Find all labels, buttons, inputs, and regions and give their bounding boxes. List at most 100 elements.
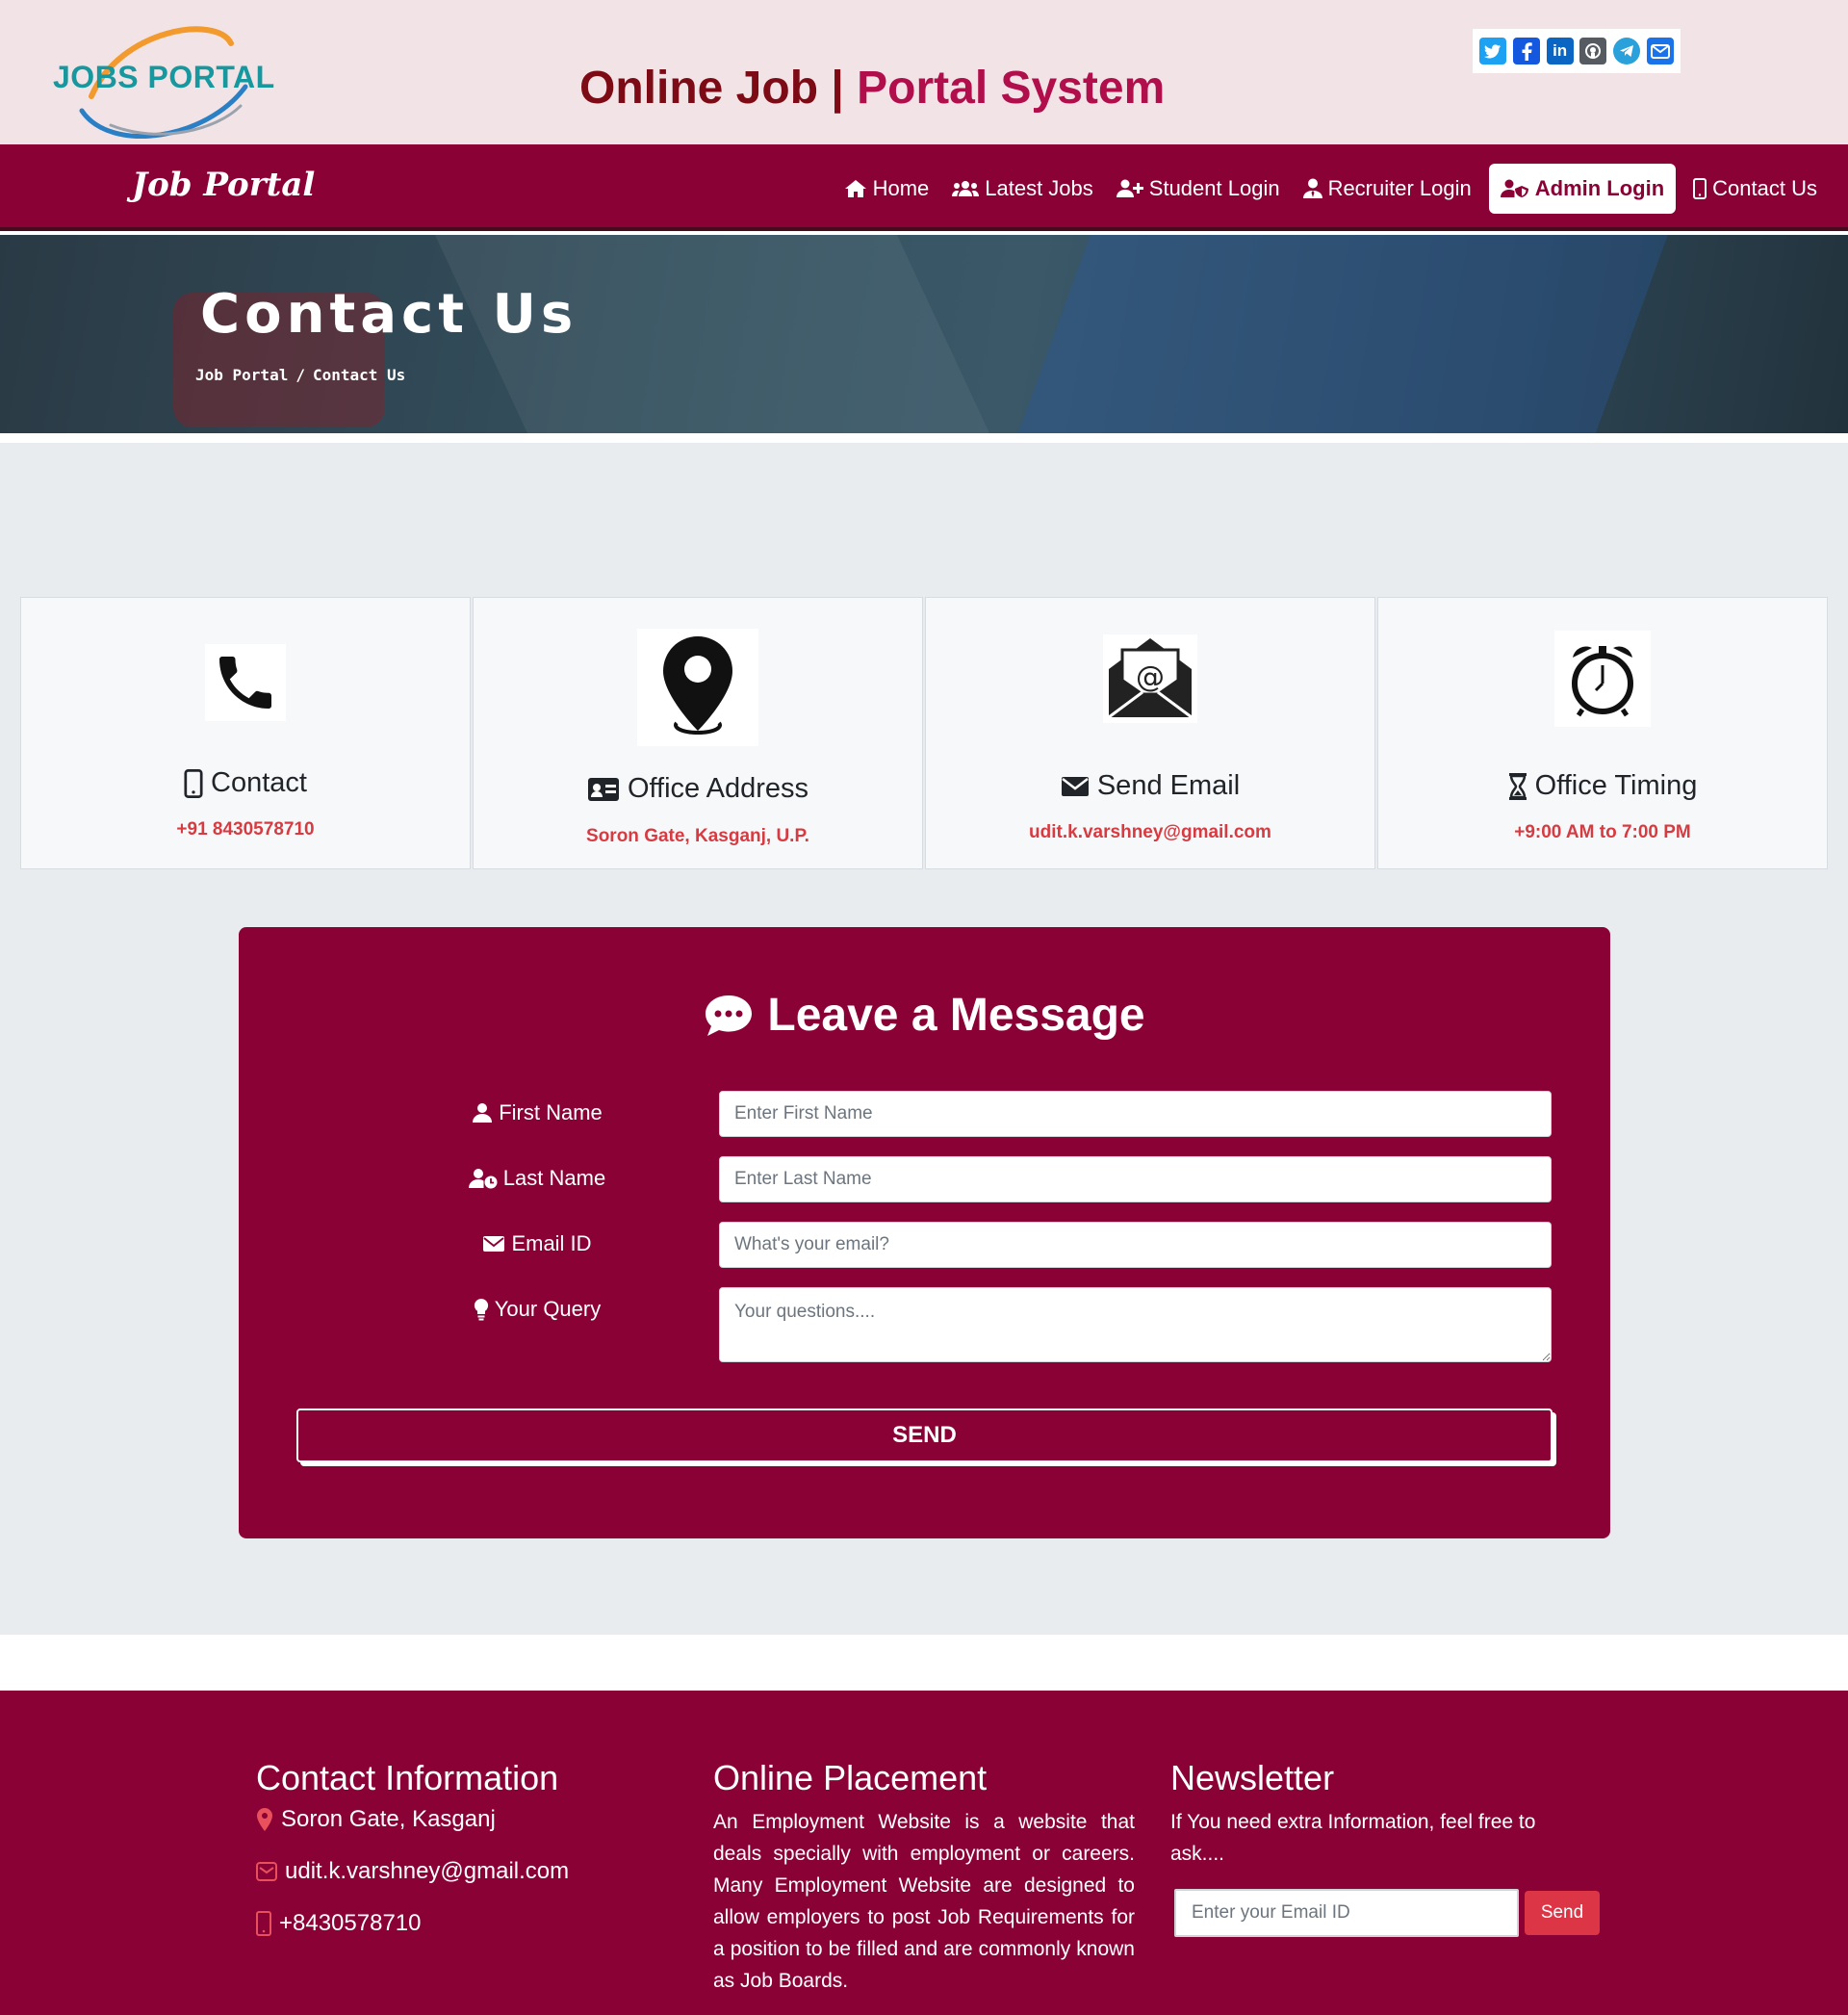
lightbulb-icon — [474, 1298, 488, 1321]
facebook-icon[interactable] — [1512, 38, 1540, 65]
site-title-part2: Portal System — [857, 63, 1166, 114]
envelope-at-icon: @ — [1103, 634, 1197, 723]
envelope-icon — [1061, 776, 1089, 796]
timing-card: Office Timing +9:00 AM to 7:00 PM — [1377, 597, 1828, 869]
footer-phone: +8430578710 — [256, 1910, 569, 1937]
nav-item-label: Student Login — [1148, 176, 1280, 200]
newsletter-send-button[interactable]: Send — [1525, 1891, 1600, 1935]
user-shield-icon — [1500, 179, 1528, 197]
logo-text: JOBS PORTAL — [53, 60, 275, 94]
card-heading-text: Send Email — [1096, 770, 1241, 801]
envelope-icon — [483, 1236, 505, 1252]
first-name-input[interactable] — [719, 1091, 1552, 1137]
footer-placement-heading: Online Placement — [713, 1758, 988, 1797]
newsletter-form: Send — [1174, 1889, 1600, 1937]
mobile-icon — [1693, 178, 1707, 199]
card-heading-text: Contact — [211, 767, 307, 798]
mobile-icon — [256, 1911, 271, 1936]
main-navbar: Job Portal Home Latest Jobs Student Logi… — [0, 144, 1848, 231]
alarm-clock-icon — [1554, 631, 1651, 727]
nav-menu: Home Latest Jobs Student Login Recruiter… — [833, 164, 1829, 214]
location-pin-icon — [637, 629, 758, 746]
card-value: +91 8430578710 — [176, 819, 315, 840]
footer-placement-text: An Employment Website is a website that … — [713, 1811, 1135, 1992]
card-value[interactable]: udit.k.varshney@gmail.com — [926, 822, 1374, 843]
contact-section: Contact +91 8430578710 Office Address So… — [0, 443, 1848, 1635]
nav-item-label: Contact Us — [1712, 176, 1817, 200]
nav-item-home[interactable]: Home — [833, 164, 941, 214]
nav-item-label: Recruiter Login — [1327, 176, 1472, 200]
user-icon — [473, 1103, 493, 1123]
nav-item-label: Home — [872, 176, 930, 200]
site-footer: Contact Information Soron Gate, Kasganj … — [0, 1691, 1848, 2015]
users-icon — [952, 181, 980, 196]
contact-info-cards: Contact +91 8430578710 Office Address So… — [20, 597, 1828, 869]
breadcrumb-separator: / — [295, 366, 305, 384]
email-card: @ Send Email udit.k.varshney@gmail.com — [925, 597, 1375, 869]
hourglass-icon — [1508, 772, 1527, 800]
site-title: Online Job | Portal System — [579, 62, 1165, 115]
first-name-label: First Name — [431, 1100, 643, 1125]
page-title: Contact Us — [200, 283, 578, 346]
page-hero-banner: Contact Us Job Portal / Contact Us — [0, 235, 1848, 433]
email-input[interactable] — [719, 1222, 1552, 1268]
footer-email[interactable]: udit.k.varshney@gmail.com — [256, 1858, 569, 1885]
address-card: Office Address Soron Gate, Kasganj, U.P. — [473, 597, 923, 869]
nav-item-contact-us[interactable]: Contact Us — [1681, 164, 1829, 214]
nav-item-recruiter-login[interactable]: Recruiter Login — [1292, 164, 1483, 214]
nav-item-label: Admin Login — [1534, 176, 1665, 200]
twitter-icon[interactable] — [1479, 38, 1507, 65]
nav-item-latest-jobs[interactable]: Latest Jobs — [940, 164, 1105, 214]
nav-item-label: Latest Jobs — [985, 176, 1093, 200]
card-heading-text: Office Address — [627, 773, 809, 804]
send-button[interactable]: SEND — [296, 1408, 1553, 1462]
id-card-icon — [587, 777, 619, 801]
card-heading: Send Email — [926, 770, 1374, 802]
footer-address: Soron Gate, Kasganj — [256, 1806, 569, 1833]
breadcrumb-current: Contact Us — [312, 366, 406, 384]
hero-background-screen — [1013, 235, 1682, 433]
user-plus-icon — [1116, 179, 1143, 197]
last-name-input[interactable] — [719, 1156, 1552, 1202]
nav-item-admin-login[interactable]: Admin Login — [1488, 164, 1677, 214]
home-icon — [844, 180, 866, 197]
card-value: Soron Gate, Kasganj, U.P. — [586, 826, 809, 846]
github-icon[interactable] — [1579, 38, 1607, 65]
card-heading: Office Timing — [1378, 770, 1827, 802]
card-heading-text: Office Timing — [1534, 770, 1698, 801]
footer-newsletter-heading: Newsletter — [1170, 1758, 1335, 1797]
email-icon[interactable] — [1646, 38, 1674, 65]
form-title-text: Leave a Message — [767, 990, 1145, 1041]
footer-newsletter-column: Newsletter If You need extra Information… — [1170, 1758, 1575, 1870]
user-clock-icon — [468, 1169, 498, 1189]
breadcrumb: Job Portal / Contact Us — [195, 366, 405, 384]
card-heading: Contact — [21, 767, 470, 799]
site-title-part1: Online Job | — [579, 63, 844, 114]
card-heading: Office Address — [474, 773, 922, 805]
linkedin-icon[interactable]: in — [1546, 38, 1574, 65]
newsletter-email-input[interactable] — [1174, 1889, 1519, 1937]
navbar-brand[interactable]: Job Portal — [132, 166, 315, 204]
footer-contact-column: Contact Information Soron Gate, Kasganj … — [256, 1758, 569, 1962]
footer-newsletter-text: If You need extra Information, feel free… — [1170, 1811, 1536, 1865]
query-textarea[interactable] — [719, 1287, 1552, 1362]
phone-icon — [205, 644, 286, 721]
nav-item-student-login[interactable]: Student Login — [1105, 164, 1292, 214]
site-logo[interactable]: JOBS PORTAL — [53, 19, 274, 140]
social-links: in — [1473, 29, 1681, 73]
form-title: Leave a Message — [239, 989, 1610, 1042]
footer-contact-heading: Contact Information — [256, 1758, 559, 1797]
svg-text:@: @ — [1136, 660, 1165, 694]
breadcrumb-root[interactable]: Job Portal — [195, 366, 288, 384]
email-label: Email ID — [431, 1231, 643, 1256]
query-label: Your Query — [431, 1297, 643, 1322]
mobile-icon — [184, 768, 203, 798]
top-header: JOBS PORTAL Online Job | Portal System i… — [0, 0, 1848, 144]
user-tie-icon — [1302, 178, 1322, 198]
last-name-label: Last Name — [431, 1166, 643, 1191]
envelope-square-icon — [256, 1862, 277, 1881]
telegram-icon[interactable] — [1612, 38, 1640, 65]
map-marker-icon — [257, 1808, 272, 1831]
footer-placement-column: Online Placement An Employment Website i… — [713, 1758, 1135, 1997]
contact-card: Contact +91 8430578710 — [20, 597, 471, 869]
